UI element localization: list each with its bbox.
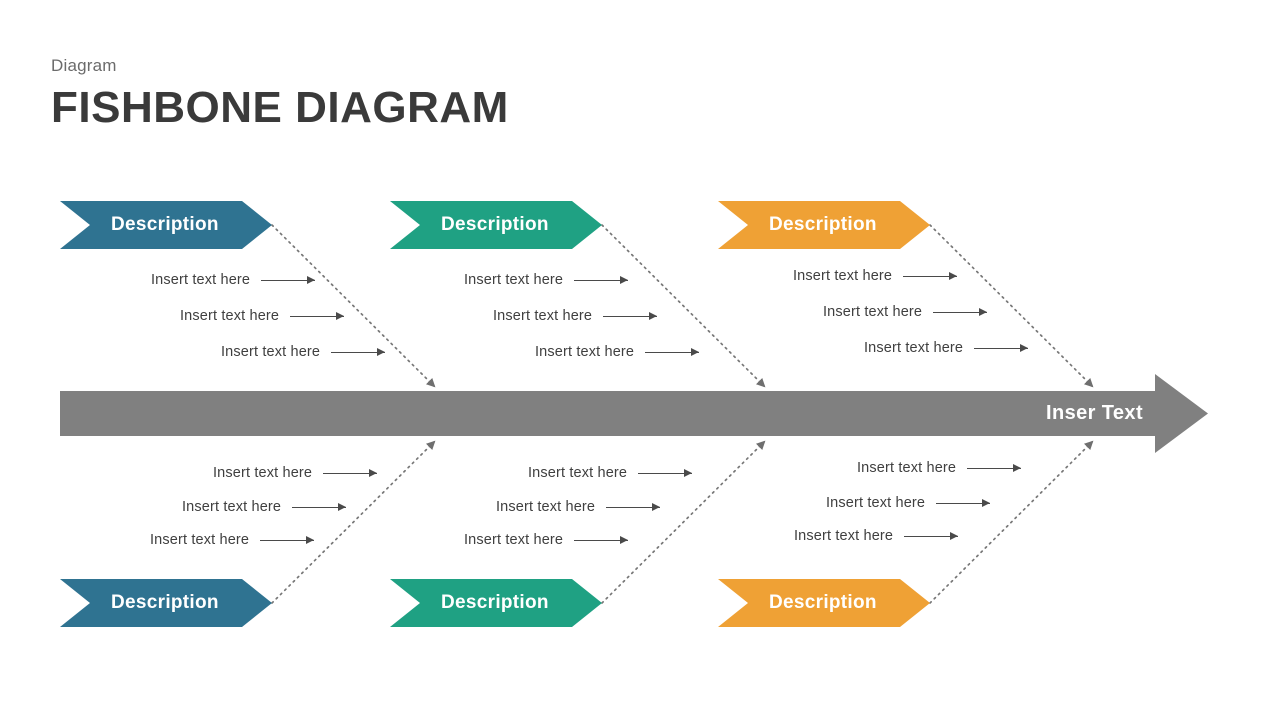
cause-row[interactable]: Insert text here — [528, 464, 693, 482]
cause-row[interactable]: Insert text here — [864, 339, 1029, 357]
cause-row[interactable]: Insert text here — [823, 303, 988, 321]
cause-text: Insert text here — [182, 499, 282, 515]
arrow-right-icon — [936, 499, 991, 508]
banner-shape-bottom-orange[interactable] — [718, 579, 930, 627]
arrow-right-icon — [967, 464, 1022, 473]
cause-row[interactable]: Insert text here — [213, 464, 378, 482]
cause-text: Insert text here — [857, 460, 957, 476]
arrow-right-icon — [260, 536, 315, 545]
cause-text: Insert text here — [826, 495, 926, 511]
banner-shape-top-green[interactable] — [390, 201, 602, 249]
cause-row[interactable]: Insert text here — [496, 498, 661, 516]
cause-text: Insert text here — [496, 499, 596, 515]
banner-shape-bottom-green[interactable] — [390, 579, 602, 627]
cause-row[interactable]: Insert text here — [793, 267, 958, 285]
arrow-right-icon — [292, 503, 347, 512]
cause-text: Insert text here — [213, 465, 313, 481]
cause-row[interactable]: Insert text here — [464, 531, 629, 549]
banner-shape-top-orange[interactable] — [718, 201, 930, 249]
cause-text: Insert text here — [864, 340, 964, 356]
arrow-right-icon — [603, 312, 658, 321]
cause-row[interactable]: Insert text here — [150, 531, 315, 549]
arrow-right-icon — [903, 272, 958, 281]
dotted-line-top-blue — [271, 224, 436, 388]
cause-row[interactable]: Insert text here — [826, 494, 991, 512]
arrow-right-icon — [261, 276, 316, 285]
cause-row[interactable]: Insert text here — [180, 307, 345, 325]
arrow-right-icon — [904, 532, 959, 541]
cause-text: Insert text here — [151, 272, 251, 288]
cause-row[interactable]: Insert text here — [182, 498, 347, 516]
spine-label: Inser Text — [1046, 402, 1143, 424]
banner-shape-top-blue[interactable] — [60, 201, 272, 249]
cause-row[interactable]: Insert text here — [151, 271, 316, 289]
cause-text: Insert text here — [221, 344, 321, 360]
cause-row[interactable]: Insert text here — [221, 343, 386, 361]
cause-text: Insert text here — [823, 304, 923, 320]
cause-row[interactable]: Insert text here — [535, 343, 700, 361]
cause-text: Insert text here — [180, 308, 280, 324]
arrow-right-icon — [331, 348, 386, 357]
dotted-line-top-green — [601, 224, 766, 388]
arrow-right-icon — [290, 312, 345, 321]
arrow-right-icon — [974, 344, 1029, 353]
cause-text: Insert text here — [528, 465, 628, 481]
fishbone-diagram: Description Description Description Desc… — [0, 0, 1280, 720]
cause-row[interactable]: Insert text here — [493, 307, 658, 325]
cause-text: Insert text here — [793, 268, 893, 284]
top-banners — [60, 201, 930, 249]
arrow-right-icon — [574, 536, 629, 545]
arrow-right-icon — [323, 469, 378, 478]
cause-row[interactable]: Insert text here — [794, 527, 959, 545]
arrow-right-icon — [606, 503, 661, 512]
cause-text: Insert text here — [794, 528, 894, 544]
cause-text: Insert text here — [464, 272, 564, 288]
cause-text: Insert text here — [150, 532, 250, 548]
bottom-banners — [60, 579, 930, 627]
cause-row[interactable]: Insert text here — [464, 271, 629, 289]
spine-arrow — [60, 374, 1208, 453]
cause-text: Insert text here — [464, 532, 564, 548]
banner-shape-bottom-blue[interactable] — [60, 579, 272, 627]
cause-row[interactable]: Insert text here — [857, 459, 1022, 477]
arrow-right-icon — [574, 276, 629, 285]
arrow-right-icon — [933, 308, 988, 317]
cause-text: Insert text here — [493, 308, 593, 324]
cause-text: Insert text here — [535, 344, 635, 360]
arrow-right-icon — [638, 469, 693, 478]
arrow-right-icon — [645, 348, 700, 357]
